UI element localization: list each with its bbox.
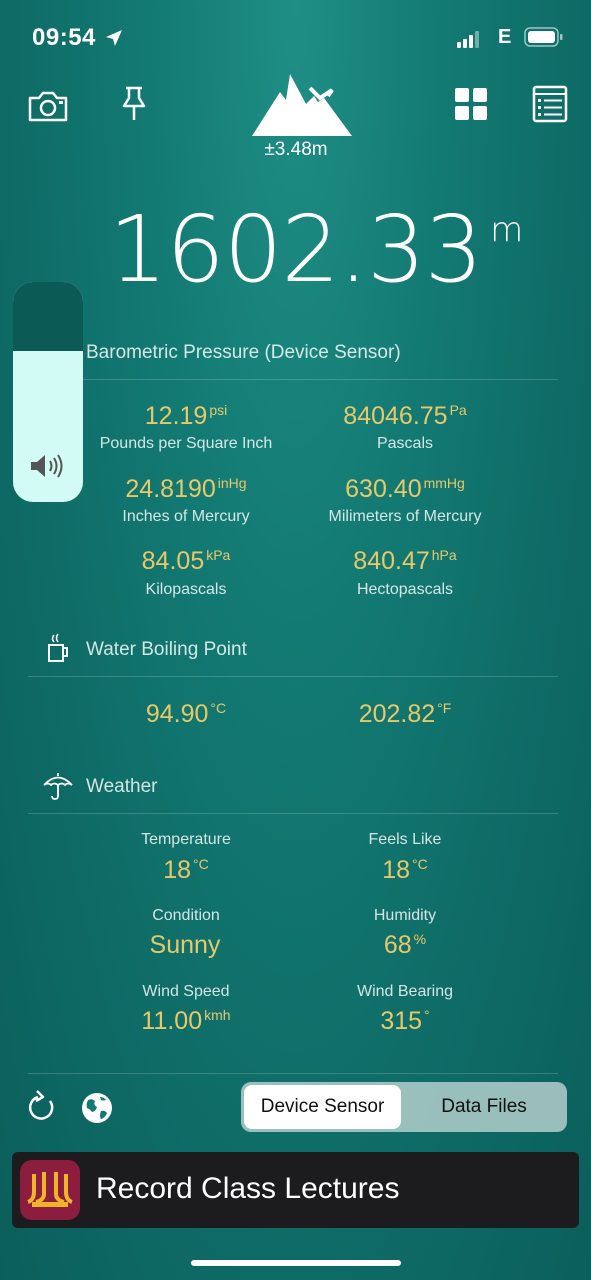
condition-label: Condition	[152, 907, 220, 924]
altitude-display: 1602.33 m	[0, 196, 591, 303]
condition-value: Sunny	[149, 931, 221, 959]
divider	[28, 379, 558, 380]
feels-like-label: Feels Like	[368, 831, 442, 848]
ad-banner[interactable]: Record Class Lectures	[12, 1152, 579, 1228]
temperature-value: 18 °C	[163, 856, 209, 884]
camera-icon[interactable]	[26, 86, 70, 126]
feels-like-value: 18 °C	[382, 856, 428, 884]
altitude-value: 1602.33	[108, 196, 483, 303]
hpa-label: Hectopascals	[356, 581, 454, 598]
boiling-fahrenheit: 202.82 °F	[358, 700, 452, 728]
pa-value: 84046.75 Pa	[343, 402, 467, 430]
pin-icon[interactable]	[112, 84, 156, 124]
signal-icon	[457, 31, 479, 48]
altitude-unit: m	[490, 210, 523, 250]
ad-logo	[20, 1160, 80, 1220]
divider	[28, 813, 558, 814]
mmhg-label: Milimeters of Mercury	[328, 508, 482, 525]
home-indicator[interactable]	[191, 1260, 401, 1266]
divider	[28, 1073, 558, 1074]
location-arrow-icon	[106, 30, 122, 46]
boiling-celsius: 94.90 °C	[145, 700, 227, 728]
globe-icon[interactable]	[80, 1091, 114, 1125]
pa-label: Pascals	[376, 435, 434, 452]
divider	[28, 676, 558, 677]
mug-icon	[48, 633, 68, 662]
barometric-title: Barometric Pressure (Device Sensor)	[86, 342, 401, 363]
device-sensor-tab[interactable]: Device Sensor	[244, 1085, 401, 1129]
hpa-value: 840.47 hPa	[353, 547, 457, 575]
mmhg-value: 630.40 mmHg	[345, 475, 465, 503]
status-time: 09:54	[32, 24, 96, 51]
kpa-label: Kilopascals	[145, 581, 227, 598]
speaker-icon	[31, 454, 63, 478]
battery-icon	[524, 27, 563, 47]
psi-label: Pounds per Square Inch	[99, 435, 273, 452]
refresh-icon[interactable]	[24, 1089, 58, 1125]
wind-speed-label: Wind Speed	[142, 983, 230, 1000]
volume-level-remaining	[13, 282, 83, 351]
list-view-icon[interactable]	[528, 84, 572, 124]
accuracy-label: ±3.48m	[264, 139, 328, 160]
kpa-value: 84.05 kPa	[141, 547, 231, 575]
weather-title: Weather	[86, 776, 158, 797]
humidity-label: Humidity	[373, 907, 437, 924]
grid-view-icon[interactable]	[450, 84, 494, 124]
mountain-icon	[252, 74, 352, 136]
inhg-value: 24.8190 inHg	[125, 475, 247, 503]
volume-hud[interactable]	[13, 282, 83, 502]
inhg-label: Inches of Mercury	[122, 508, 250, 525]
boiling-title: Water Boiling Point	[86, 639, 247, 660]
data-files-tab[interactable]: Data Files	[404, 1085, 564, 1129]
network-type: E	[498, 26, 512, 48]
data-source-toggle[interactable]: Device Sensor Data Files	[241, 1082, 567, 1132]
wind-bearing-value: 315 °	[380, 1007, 430, 1035]
wind-speed-value: 11.00 kmh	[141, 1007, 231, 1035]
humidity-value: 68%	[383, 931, 427, 959]
umbrella-icon	[43, 773, 73, 800]
ad-text: Record Class Lectures	[96, 1172, 400, 1205]
wind-bearing-label: Wind Bearing	[356, 983, 454, 1000]
psi-value: 12.19 psi	[144, 402, 228, 430]
temperature-label: Temperature	[141, 831, 231, 848]
